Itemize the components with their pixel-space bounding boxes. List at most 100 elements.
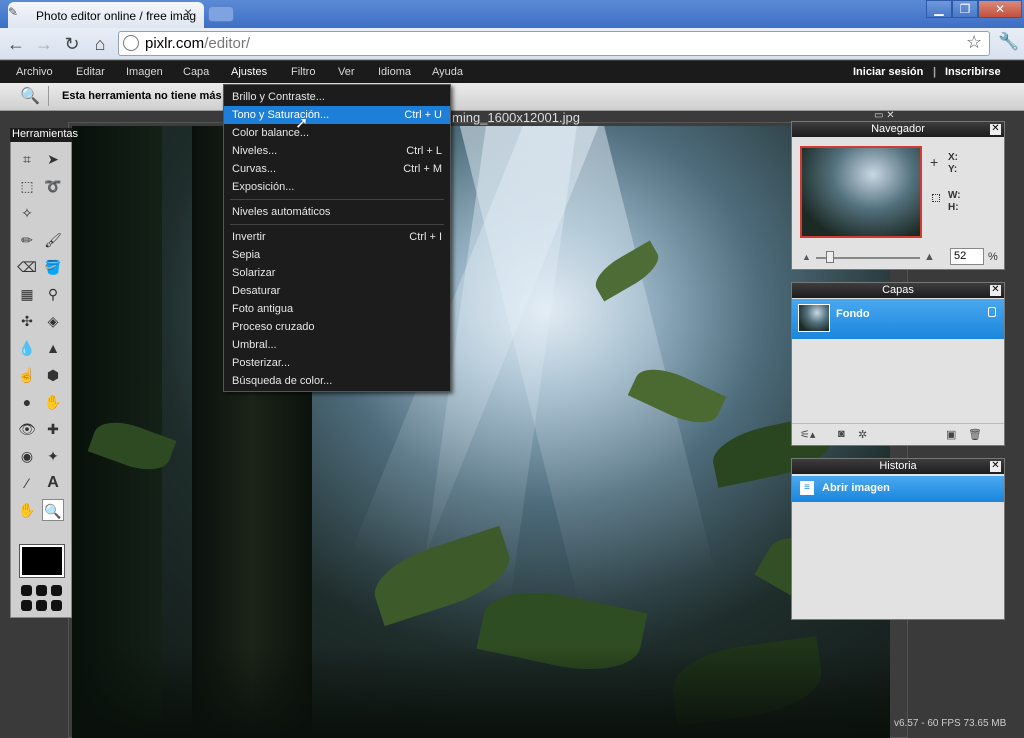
shortcut-dot[interactable] [36, 585, 47, 596]
address-bar[interactable]: pixlr.com/editor/ [118, 31, 990, 56]
menu-capa[interactable]: Capa [183, 61, 209, 83]
menu-editar[interactable]: Editar [76, 61, 105, 83]
x-label: X: [948, 152, 958, 163]
menu-item-exposicion[interactable]: Exposición... [224, 178, 450, 196]
menu-item-brillo-contraste[interactable]: Brillo y Contraste... [224, 88, 450, 106]
crop-tool-icon[interactable]: ⌗ [16, 148, 38, 170]
paint-bucket-tool-icon[interactable]: 🪣 [42, 256, 64, 278]
shortcut-dot[interactable] [51, 600, 62, 611]
tab-title: Photo editor online / free imag [36, 9, 197, 23]
back-arrow-icon[interactable]: ← [5, 33, 27, 55]
crosshair-icon: + [930, 154, 939, 170]
pinch-tool-icon[interactable]: ✦ [42, 445, 64, 467]
gradient-tool-icon[interactable]: ▦ [16, 283, 38, 305]
brush-tool-icon[interactable]: 🖌 [42, 229, 64, 251]
delete-layer-icon[interactable]: 🗑 [968, 428, 982, 441]
navigator-title: Navegador [792, 122, 1004, 137]
signup-link[interactable]: Inscribirse [945, 61, 1001, 83]
bookmark-star-icon[interactable]: ☆ [966, 32, 982, 53]
foreground-color-swatch[interactable] [19, 544, 65, 578]
magic-wand-tool-icon[interactable]: ✧ [16, 202, 38, 224]
photo-canvas[interactable] [72, 126, 890, 738]
shortcut-dot[interactable] [36, 600, 47, 611]
menu-item-busqueda-color[interactable]: Búsqueda de color... [224, 372, 450, 390]
smudge-tool-icon[interactable]: ☝ [16, 364, 38, 386]
reload-icon[interactable]: ↻ [61, 33, 83, 55]
eraser-tool-icon[interactable]: ⌫ [16, 256, 38, 278]
menu-item-foto-antigua[interactable]: Foto antigua [224, 300, 450, 318]
zoom-slider-handle[interactable] [826, 251, 834, 263]
hand-tool-icon[interactable]: ✋ [16, 499, 38, 521]
navigator-thumbnail[interactable] [800, 146, 922, 238]
spot-heal-tool-icon[interactable]: ✚ [42, 418, 64, 440]
minimize-button[interactable]: ▁ [926, 0, 952, 18]
zoom-in-icon[interactable]: ▲ [924, 251, 935, 263]
blur-tool-icon[interactable]: 💧 [16, 337, 38, 359]
new-layer-icon[interactable]: ▣ [946, 428, 956, 441]
red-eye-tool-icon[interactable]: 👁 [16, 418, 38, 440]
menu-item-invertir[interactable]: Invertir Ctrl + I [224, 228, 450, 246]
type-tool-icon[interactable]: A [42, 472, 64, 494]
pixlr-favicon-icon: ✎ [8, 5, 19, 19]
shortcut-dot[interactable] [21, 585, 32, 596]
layer-row[interactable]: Fondo [792, 299, 1004, 339]
menu-item-curvas[interactable]: Curvas... Ctrl + M [224, 160, 450, 178]
history-close-icon[interactable]: ✕ [990, 461, 1001, 472]
layer-style-icon[interactable]: ✲ [858, 428, 867, 441]
bloat-tool-icon[interactable]: ◉ [16, 445, 38, 467]
stamp-tool-icon[interactable]: ⚲ [42, 283, 64, 305]
tab-close-icon[interactable]: × [184, 5, 198, 19]
sponge-tool-icon[interactable]: ⬢ [42, 364, 64, 386]
pencil-tool-icon[interactable]: ✏ [16, 229, 38, 251]
wrench-menu-icon[interactable]: 🔧 [998, 32, 1019, 52]
sharpen-tool-icon[interactable]: ▲ [42, 337, 64, 359]
zoom-unit: % [988, 251, 998, 263]
menu-item-umbral[interactable]: Umbral... [224, 336, 450, 354]
menu-item-color-balance[interactable]: Color balance... [224, 124, 450, 142]
browser-tab[interactable]: Photo editor online / free imag [8, 2, 204, 28]
menu-item-label: Solarizar [232, 267, 276, 279]
layer-mask-icon[interactable]: ◙ [838, 428, 845, 440]
marquee-tool-icon[interactable]: ⬚ [16, 175, 38, 197]
lasso-tool-icon[interactable]: ➰ [42, 175, 64, 197]
tools-panel-title: Herramientas [10, 128, 79, 142]
menu-idioma[interactable]: Idioma [378, 61, 411, 83]
zoom-out-icon[interactable]: ▲ [802, 252, 811, 262]
shortcut-dot[interactable] [51, 585, 62, 596]
menu-item-label: Sepia [232, 249, 261, 261]
home-icon[interactable]: ⌂ [89, 33, 111, 55]
new-tab-button[interactable] [208, 6, 234, 22]
menu-ayuda[interactable]: Ayuda [432, 61, 463, 83]
zoom-input[interactable]: 52 [950, 248, 984, 265]
menu-ajustes[interactable]: Ajustes [231, 61, 267, 83]
history-entry[interactable]: ≡ Abrir imagen [792, 476, 1004, 502]
forward-arrow-icon[interactable]: → [33, 33, 55, 55]
drawing-tool-icon[interactable]: ◈ [42, 310, 64, 332]
menu-ver[interactable]: Ver [338, 61, 355, 83]
navigator-close-icon[interactable]: ✕ [990, 124, 1001, 135]
login-link[interactable]: Iniciar sesión [853, 61, 923, 83]
shortcut-dot[interactable] [21, 600, 32, 611]
color-replace-tool-icon[interactable]: ✣ [16, 310, 38, 332]
menu-item-posterizar[interactable]: Posterizar... [224, 354, 450, 372]
menu-item-proceso-cruzado[interactable]: Proceso cruzado [224, 318, 450, 336]
menu-item-niveles[interactable]: Niveles... Ctrl + L [224, 142, 450, 160]
burn-tool-icon[interactable]: ● [16, 391, 38, 413]
maximize-button[interactable]: ❐ [952, 0, 978, 18]
layer-settings-icon[interactable]: ⚟▴ [800, 428, 815, 441]
close-window-button[interactable]: ✕ [978, 0, 1022, 18]
color-picker-tool-icon[interactable]: ⁄ [16, 472, 38, 494]
menu-item-solarizar[interactable]: Solarizar [224, 264, 450, 282]
layers-close-icon[interactable]: ✕ [990, 285, 1001, 296]
menu-archivo[interactable]: Archivo [16, 61, 53, 83]
move-tool-icon[interactable]: ➤ [42, 148, 64, 170]
menu-item-niveles-automaticos[interactable]: Niveles automáticos [224, 203, 450, 221]
menu-filtro[interactable]: Filtro [291, 61, 315, 83]
lock-icon[interactable] [988, 307, 996, 317]
dodge-tool-icon[interactable]: ✋ [42, 391, 64, 413]
menu-item-desaturar[interactable]: Desaturar [224, 282, 450, 300]
zoom-tool-icon[interactable]: 🔍 [42, 499, 64, 521]
menu-item-sepia[interactable]: Sepia [224, 246, 450, 264]
menu-imagen[interactable]: Imagen [126, 61, 163, 83]
menu-item-tono-saturacion[interactable]: Tono y Saturación... Ctrl + U [224, 106, 450, 124]
